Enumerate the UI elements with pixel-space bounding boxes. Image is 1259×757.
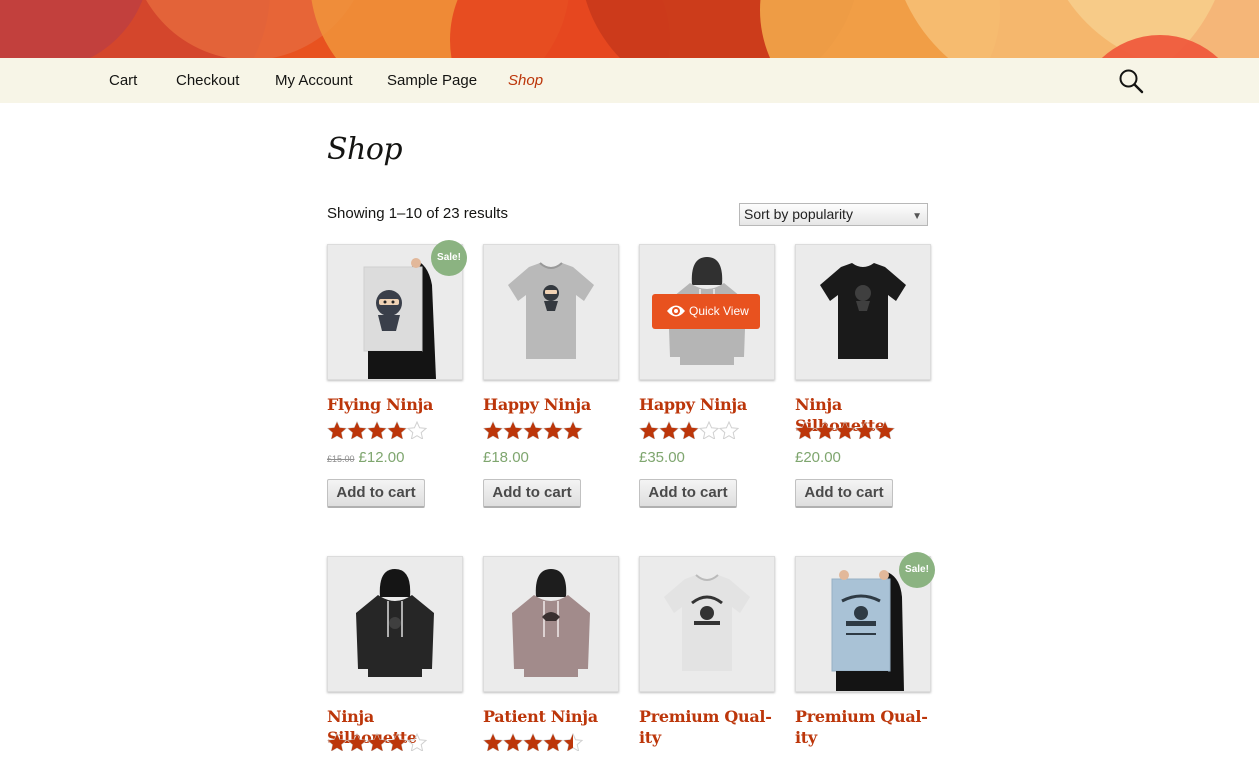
star-filled-icon xyxy=(503,421,523,439)
star-filled-icon xyxy=(679,421,699,439)
star-filled-icon xyxy=(347,733,367,751)
star-rating xyxy=(483,733,583,751)
quick-view-button[interactable]: Quick View xyxy=(652,294,760,329)
product-price: £35.00 xyxy=(639,449,685,466)
result-count: Showing 1–10 of 23 results xyxy=(327,205,508,222)
star-filled-icon xyxy=(639,421,659,439)
sale-price: £12.00 xyxy=(358,449,405,466)
add-to-cart-button[interactable]: Add to cart xyxy=(639,479,737,508)
star-filled-icon xyxy=(503,733,523,751)
product-title[interactable]: Premium Qual-ity xyxy=(639,706,779,748)
nav-item-my-account[interactable]: My Account xyxy=(275,58,353,103)
product-image[interactable] xyxy=(483,244,619,380)
star-filled-icon xyxy=(367,421,387,439)
star-filled-icon xyxy=(523,733,543,751)
star-rating xyxy=(639,421,739,439)
star-rating xyxy=(327,421,427,439)
star-filled-icon xyxy=(875,421,895,439)
star-filled-icon xyxy=(387,733,407,751)
product-image[interactable] xyxy=(327,556,463,692)
product-title[interactable]: Happy Ninja xyxy=(483,394,623,415)
sale-badge: Sale! xyxy=(431,240,467,276)
product-price: £15.00 £12.00 xyxy=(327,449,404,466)
page-title: Shop xyxy=(327,132,403,167)
star-filled-icon xyxy=(795,421,815,439)
product-price: £20.00 xyxy=(795,449,841,466)
product-image[interactable]: Quick View xyxy=(639,244,775,380)
star-rating xyxy=(327,733,427,751)
star-filled-icon xyxy=(327,421,347,439)
star-filled-icon xyxy=(387,421,407,439)
star-filled-icon xyxy=(543,733,563,751)
add-to-cart-button[interactable]: Add to cart xyxy=(483,479,581,508)
star-filled-icon xyxy=(367,733,387,751)
star-empty-icon xyxy=(699,421,719,439)
old-price: £15.00 xyxy=(327,454,355,464)
product-image[interactable] xyxy=(483,556,619,692)
star-rating xyxy=(483,421,583,439)
star-filled-icon xyxy=(347,421,367,439)
star-rating xyxy=(795,421,895,439)
product-image[interactable] xyxy=(795,244,931,380)
product-image[interactable] xyxy=(639,556,775,692)
nav-item-checkout[interactable]: Checkout xyxy=(176,58,239,103)
star-filled-icon xyxy=(835,421,855,439)
nav-item-sample-page[interactable]: Sample Page xyxy=(387,58,477,103)
star-filled-icon xyxy=(815,421,835,439)
product-title[interactable]: Happy Ninja xyxy=(639,394,779,415)
main-navigation: Cart Checkout My Account Sample Page Sho… xyxy=(0,58,1259,103)
sort-select-value: Sort by popularity xyxy=(744,206,853,222)
star-filled-icon xyxy=(659,421,679,439)
star-filled-icon xyxy=(543,421,563,439)
star-empty-icon xyxy=(719,421,739,439)
star-empty-icon xyxy=(407,421,427,439)
star-filled-icon xyxy=(327,733,347,751)
chevron-down-icon: ▼ xyxy=(912,211,922,222)
sort-select[interactable]: Sort by popularity ▼ xyxy=(739,203,928,226)
add-to-cart-button[interactable]: Add to cart xyxy=(327,479,425,508)
star-filled-icon xyxy=(483,733,503,751)
sale-badge: Sale! xyxy=(899,552,935,588)
add-to-cart-button[interactable]: Add to cart xyxy=(795,479,893,508)
product-title[interactable]: Patient Ninja xyxy=(483,706,623,727)
quick-view-label: Quick View xyxy=(689,304,749,318)
star-filled-icon xyxy=(483,421,503,439)
product-title[interactable]: Flying Ninja xyxy=(327,394,467,415)
star-filled-icon xyxy=(563,733,583,751)
nav-item-cart[interactable]: Cart xyxy=(109,58,137,103)
product-title[interactable]: Premium Qual-ity xyxy=(795,706,935,748)
star-filled-icon xyxy=(855,421,875,439)
star-empty-icon xyxy=(407,733,427,751)
search-icon[interactable] xyxy=(1118,68,1144,94)
star-filled-icon xyxy=(523,421,543,439)
header-banner xyxy=(0,0,1259,58)
nav-item-shop[interactable]: Shop xyxy=(508,58,543,103)
star-filled-icon xyxy=(563,421,583,439)
eye-icon xyxy=(667,305,685,317)
product-price: £18.00 xyxy=(483,449,529,466)
